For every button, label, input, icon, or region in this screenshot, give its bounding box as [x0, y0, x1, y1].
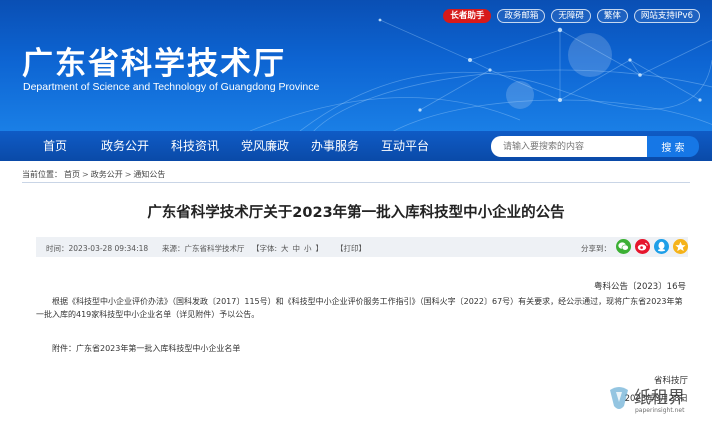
font-size-control: 【字体: 大中小】	[252, 243, 327, 254]
search-input[interactable]	[491, 136, 647, 157]
article-paragraph: 根据《科技型中小企业评价办法》（国科发政〔2017〕115号）和《科技型中小企业…	[36, 297, 683, 319]
breadcrumb-prefix: 当前位置：	[22, 170, 62, 179]
document-number: 粤科公告〔2023〕16号	[594, 282, 686, 292]
elder-assistant-link[interactable]: 长者助手	[443, 9, 492, 23]
breadcrumb-item-home[interactable]: 首页	[64, 170, 80, 179]
traditional-chinese-link[interactable]: 繁体	[596, 9, 628, 23]
font-size-suffix: 】	[315, 244, 324, 253]
search-button[interactable]: 搜 索	[647, 136, 699, 157]
breadcrumb-item-gov-affairs[interactable]: 政务公开	[91, 170, 123, 179]
font-size-large[interactable]: 大	[281, 244, 289, 253]
nav-item-interaction[interactable]: 互动平台	[381, 131, 429, 161]
nav-item-tech-news[interactable]: 科技资讯	[171, 131, 219, 161]
top-links: 长者助手 政务邮箱 无障碍 繁体 网站支持IPv6	[443, 9, 700, 23]
nav-item-services[interactable]: 办事服务	[311, 131, 359, 161]
attachment-link[interactable]: 附件：广东省2023年第一批入库科技型中小企业名单	[52, 342, 702, 355]
nav-item-integrity[interactable]: 党风廉政	[241, 131, 289, 161]
article-source: 来源：广东省科学技术厅	[162, 244, 245, 253]
font-size-medium[interactable]: 中	[293, 244, 301, 253]
site-title: 广东省科学技术厅	[22, 46, 286, 82]
gov-mail-link[interactable]: 政务邮箱	[497, 9, 546, 23]
nav-item-gov-affairs[interactable]: 政务公开	[101, 131, 149, 161]
header-banner: 广东省科学技术厅 Department of Science and Techn…	[0, 0, 712, 131]
accessibility-link[interactable]: 无障碍	[551, 9, 591, 23]
breadcrumb-separator: >	[82, 170, 89, 179]
wechat-icon[interactable]	[616, 239, 631, 254]
font-size-small[interactable]: 小	[304, 244, 312, 253]
divider	[22, 182, 690, 183]
site-subtitle: Department of Science and Technology of …	[23, 81, 320, 93]
qzone-icon[interactable]	[673, 239, 688, 254]
article-meta-bar: 时间：2023-03-28 09:34:18 来源：广东省科学技术厅 【字体: 大…	[36, 237, 688, 257]
article-title: 广东省科学技术厅关于2023年第一批入库科技型中小企业的公告	[147, 205, 565, 221]
nav-item-home[interactable]: 首页	[43, 131, 67, 161]
qq-icon[interactable]	[654, 239, 669, 254]
watermark-text: 纸租界	[634, 388, 685, 408]
watermark-url: paperinsight.net	[635, 407, 685, 414]
breadcrumb-separator: >	[124, 170, 132, 179]
print-link[interactable]: 【打印】	[336, 243, 366, 254]
publish-time: 时间：2023-03-28 09:34:18	[46, 244, 149, 253]
breadcrumb: 当前位置： 首页 > 政务公开 > 通知公告	[22, 169, 167, 180]
breadcrumb-item-notices[interactable]: 通知公告	[133, 170, 165, 179]
font-size-prefix: 【字体:	[252, 244, 278, 253]
weibo-icon[interactable]	[635, 239, 650, 254]
watermark: 纸租界 paperinsight.net	[604, 382, 708, 418]
share-label: 分享到：	[581, 244, 611, 253]
ipv6-support-link[interactable]: 网站支持IPv6	[633, 9, 700, 23]
